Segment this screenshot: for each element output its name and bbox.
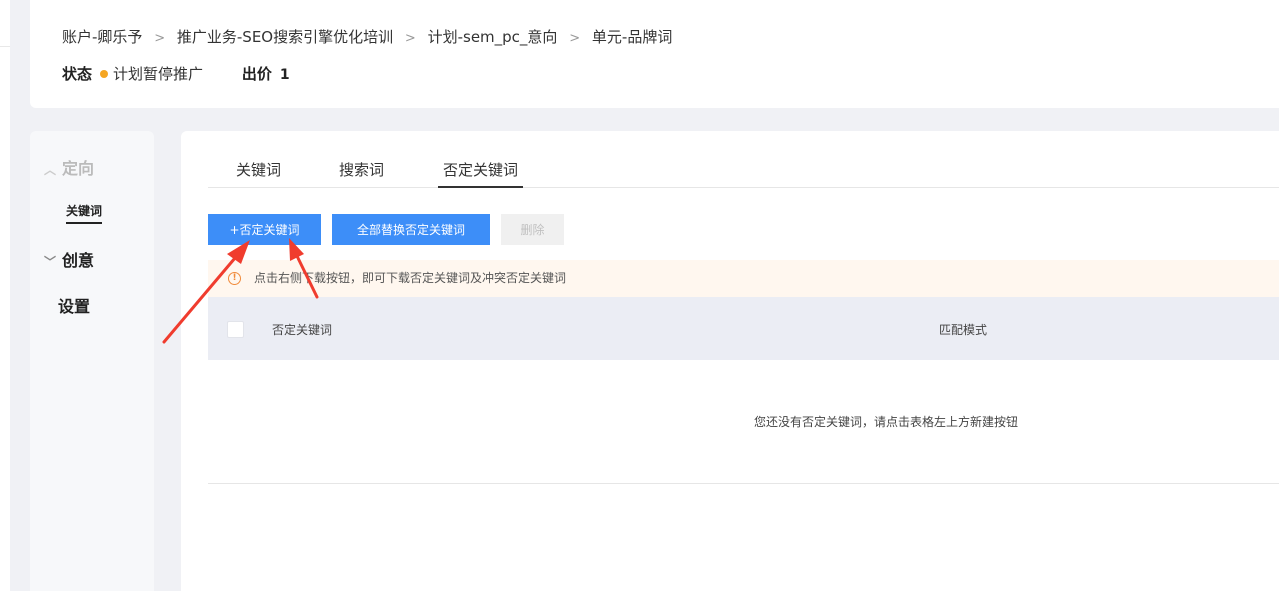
sidebar-item-label: 定向	[62, 159, 95, 178]
table-empty-state: 您还没有否定关键词，请点击表格左上方新建按钮	[208, 360, 1279, 484]
status-row: 状态 计划暂停推广 出价 1	[62, 63, 290, 84]
notice-text: 点击右侧下载按钮，即可下载否定关键词及冲突否定关键词	[254, 271, 567, 285]
breadcrumb-separator: >	[404, 31, 416, 46]
left-edge-panel	[0, 0, 10, 591]
empty-state-text: 您还没有否定关键词，请点击表格左上方新建按钮	[754, 415, 1019, 429]
main-panel: 关键词 搜索词 否定关键词 +否定关键词 全部替换否定关键词 删除 ! 点击右侧…	[181, 131, 1279, 591]
select-all-checkbox[interactable]	[227, 321, 244, 338]
breadcrumb-account[interactable]: 账户-卿乐予	[62, 28, 142, 46]
status-label: 状态	[62, 65, 93, 83]
tab-bar: 关键词 搜索词 否定关键词	[208, 155, 1279, 188]
chevron-up-icon: ︿	[44, 163, 57, 177]
status-dot-icon	[100, 70, 109, 78]
column-header-negative-keyword: 否定关键词	[272, 323, 333, 337]
sidebar-item-settings[interactable]: 设置	[58, 293, 90, 317]
warning-circle-icon: !	[228, 272, 241, 285]
bid-value[interactable]: 1	[280, 67, 290, 83]
tab-keyword[interactable]: 关键词	[236, 159, 281, 186]
delete-button[interactable]: 删除	[501, 214, 564, 245]
column-header-match-mode: 匹配模式	[939, 323, 988, 337]
breadcrumb-separator: >	[154, 31, 166, 46]
table-header: 否定关键词 匹配模式	[208, 297, 1279, 360]
left-edge-divider	[0, 46, 10, 47]
breadcrumb-unit: 单元-品牌词	[591, 28, 673, 46]
sidebar-item-creative[interactable]: ﹀ 创意	[44, 247, 94, 271]
replace-all-negative-keywords-button[interactable]: 全部替换否定关键词	[332, 214, 490, 245]
add-negative-keyword-button[interactable]: +否定关键词	[208, 214, 321, 245]
breadcrumb-plan[interactable]: 计划-sem_pc_意向	[428, 28, 558, 46]
notice-banner: ! 点击右侧下载按钮，即可下载否定关键词及冲突否定关键词	[208, 260, 1279, 297]
sidebar-item-targeting[interactable]: ︿ 定向	[44, 155, 94, 179]
sidebar-item-label: 创意	[62, 251, 95, 270]
tab-negative-keyword[interactable]: 否定关键词	[438, 159, 524, 188]
header-card: 账户-卿乐予 > 推广业务-SEO搜索引擎优化培训 > 计划-sem_pc_意向…	[30, 0, 1279, 108]
bid-label: 出价	[241, 65, 272, 83]
tab-search-term[interactable]: 搜索词	[339, 159, 384, 186]
breadcrumb-separator: >	[569, 31, 581, 46]
sidebar-item-keyword[interactable]: 关键词	[66, 202, 103, 224]
chevron-down-icon: ﹀	[44, 255, 57, 269]
sidebar: ︿ 定向 关键词 ﹀ 创意 设置	[30, 131, 154, 591]
status-value: 计划暂停推广	[113, 65, 204, 83]
breadcrumb-campaign-group[interactable]: 推广业务-SEO搜索引擎优化培训	[177, 28, 393, 46]
breadcrumb: 账户-卿乐予 > 推广业务-SEO搜索引擎优化培训 > 计划-sem_pc_意向…	[62, 26, 672, 47]
